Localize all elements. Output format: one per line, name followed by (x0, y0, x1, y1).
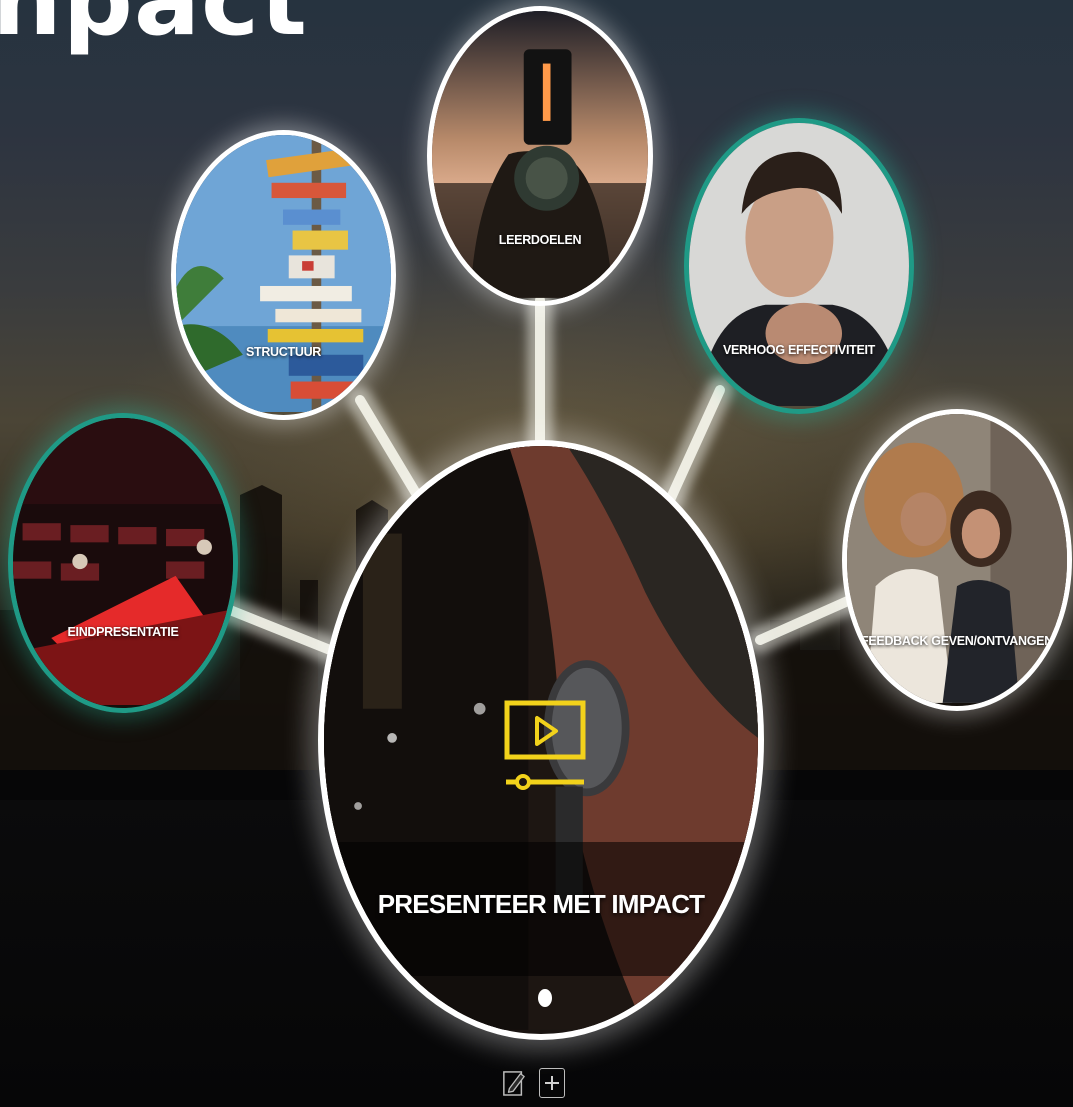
edit-toolbar (502, 1068, 565, 1098)
node-feedback[interactable]: FEEDBACK GEVEN/ONTVANGEN (842, 409, 1072, 711)
theater-image (13, 418, 233, 705)
node-eindpresentatie[interactable]: EINDPRESENTATIE (8, 413, 238, 713)
plus-box-icon (545, 1076, 559, 1090)
node-verhoog-effectiviteit[interactable]: VERHOOG EFFECTIVITEIT (684, 118, 914, 414)
video-play-icon (504, 700, 586, 790)
edit-button[interactable] (502, 1068, 526, 1098)
man-portrait-image (689, 123, 909, 407)
node-label: VERHOOG EFFECTIVITEIT (722, 343, 876, 357)
compass-image (432, 11, 648, 298)
whisper-image (847, 414, 1067, 703)
node-label: EINDPRESENTATIE (67, 625, 179, 639)
pencil-edit-icon (503, 1071, 525, 1096)
add-button[interactable] (539, 1068, 565, 1098)
node-label: FEEDBACK GEVEN/ONTVANGEN (861, 634, 1053, 648)
node-structuur[interactable]: STRUCTUUR (171, 130, 396, 420)
signpost-image (176, 135, 391, 413)
center-node[interactable]: PRESENTEER MET IMPACT (318, 440, 764, 1040)
pagination-dot[interactable] (538, 989, 552, 1007)
node-label: STRUCTUUR (245, 345, 322, 359)
node-leerdoelen[interactable]: LEERDOELEN (427, 6, 653, 306)
node-label: LEERDOELEN (498, 233, 582, 247)
center-title: PRESENTEER MET IMPACT (377, 889, 705, 919)
